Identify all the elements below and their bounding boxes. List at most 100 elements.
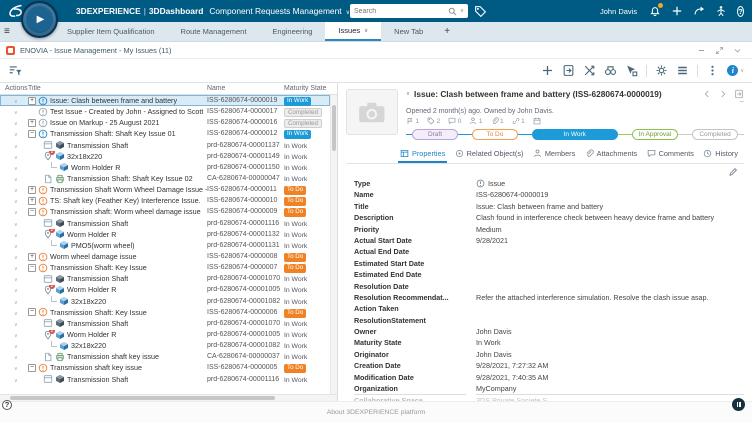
row-actions-menu[interactable]: ∨ bbox=[0, 297, 28, 306]
vertical-scrollbar[interactable] bbox=[330, 95, 337, 394]
list-item[interactable]: ∨ Transmission Shaft prd-6280674-00001137 I… bbox=[0, 140, 330, 151]
collapse-icon[interactable] bbox=[733, 46, 742, 55]
title-chevron-icon[interactable]: ∨ bbox=[406, 91, 410, 97]
row-actions-menu[interactable]: ∨ bbox=[0, 252, 28, 261]
column-actions[interactable]: Actions bbox=[0, 85, 28, 92]
maximize-icon[interactable] bbox=[715, 46, 724, 55]
enovia-help-icon[interactable]: ? bbox=[2, 400, 12, 410]
lifecycle-stage-approval[interactable]: In Approval bbox=[631, 129, 679, 140]
row-actions-menu[interactable]: ∨ bbox=[0, 319, 28, 328]
horizontal-scrollbar[interactable] bbox=[0, 394, 337, 401]
list-item[interactable]: ∨ − Transmission Shaft: Key Issue ISS-62806… bbox=[0, 307, 330, 318]
row-actions-menu[interactable]: ∨ bbox=[0, 308, 28, 317]
row-actions-menu[interactable]: ∨ bbox=[0, 241, 28, 250]
row-actions-menu[interactable]: ∨ bbox=[0, 129, 28, 138]
row-actions-menu[interactable]: ∨ bbox=[0, 375, 28, 384]
tag-icon[interactable] bbox=[474, 5, 488, 18]
tab-supplier-item-qualification[interactable]: Supplier Item Qualification bbox=[54, 22, 168, 41]
gear-icon[interactable] bbox=[655, 64, 668, 77]
list-item[interactable]: ∨ Transmission Shaft prd-6280674-00001070 I… bbox=[0, 318, 330, 329]
about-link[interactable]: About 3DEXPERIENCE platform bbox=[327, 409, 426, 416]
more-icon[interactable] bbox=[706, 64, 719, 77]
dashboard-name[interactable]: Component Requests Management ∨ bbox=[209, 6, 350, 16]
detail-tab-history[interactable]: History bbox=[701, 147, 740, 163]
row-actions-menu[interactable]: ∨ bbox=[0, 219, 28, 228]
add-tab-button[interactable]: + bbox=[436, 22, 458, 41]
expander-plus[interactable]: + bbox=[28, 252, 36, 261]
list-item[interactable]: ∨ PMO5(worm wheel) prd-6280674-00001131 In … bbox=[0, 240, 330, 251]
row-actions-menu[interactable]: ∨ bbox=[0, 207, 28, 216]
global-search[interactable]: ∨ bbox=[349, 4, 468, 18]
help-icon[interactable]: ? bbox=[737, 5, 744, 17]
list-item[interactable]: ∨ + Issue: Clash between frame and battery… bbox=[0, 95, 330, 107]
list-item[interactable]: ∨ + Worm wheel damage issue ISS-6280674-000… bbox=[0, 251, 330, 263]
experience-compass[interactable]: ▶ bbox=[21, 1, 58, 38]
lifecycle-stage-draft[interactable]: Draft bbox=[412, 129, 458, 140]
tab-route-management[interactable]: Route Management bbox=[168, 22, 260, 41]
column-name[interactable]: Name bbox=[207, 85, 284, 92]
detail-tab-attachments[interactable]: Attachments bbox=[583, 147, 640, 163]
expander-plus[interactable]: + bbox=[28, 185, 36, 194]
list-item[interactable]: ∨ 32x18x220 prd-6280674-00001082 In Work bbox=[0, 296, 330, 307]
row-actions-menu[interactable]: ∨ bbox=[0, 330, 28, 339]
search-options-chevron-icon[interactable]: ∨ bbox=[460, 8, 464, 14]
horizontal-scrollbar-thumb[interactable] bbox=[10, 396, 275, 400]
list-item[interactable]: ∨ + Transmission Shaft Worm Wheel Damage I… bbox=[0, 184, 330, 196]
edit-pencil-icon[interactable] bbox=[728, 167, 738, 177]
expander-minus[interactable]: − bbox=[28, 129, 36, 138]
expander-plus[interactable]: + bbox=[28, 96, 36, 105]
search-input[interactable] bbox=[353, 7, 445, 15]
lifecycle-stage-inwork[interactable]: In Work bbox=[531, 129, 618, 140]
list-item[interactable]: ∨ − Transmission shaft key issue ISS-628067… bbox=[0, 362, 330, 374]
find-icon[interactable] bbox=[604, 64, 617, 77]
expander-plus[interactable]: + bbox=[28, 118, 36, 127]
tab-new-tab[interactable]: New Tab bbox=[381, 22, 436, 41]
add-icon[interactable] bbox=[671, 5, 683, 17]
info-control[interactable]: i ∨ bbox=[727, 65, 744, 76]
add-icon[interactable] bbox=[541, 64, 554, 77]
row-actions-menu[interactable]: ∨ bbox=[0, 107, 28, 116]
detail-tab-comments[interactable]: Comments bbox=[645, 147, 696, 163]
compass-play-icon[interactable]: ▶ bbox=[37, 14, 45, 25]
list-item[interactable]: ∨ Test Issue - Created by John - Assigned… bbox=[0, 106, 330, 117]
list-item[interactable]: ∨ 2 Worm Holder R prd-6280674-00001132 In Wo… bbox=[0, 229, 330, 240]
list-item[interactable]: ∨ Transmission Shaft prd-6280674-00001116 I… bbox=[0, 218, 330, 229]
compare-icon[interactable] bbox=[583, 64, 596, 77]
list-item[interactable]: ∨ − Transmission Shaft: Key Issue ISS-62806… bbox=[0, 262, 330, 274]
detail-tab-properties[interactable]: Properties bbox=[398, 147, 448, 163]
assistant-button[interactable] bbox=[732, 398, 745, 411]
list-icon[interactable] bbox=[676, 64, 689, 77]
row-actions-menu[interactable]: ∨ bbox=[0, 263, 28, 272]
info-icon[interactable]: i bbox=[727, 65, 739, 76]
share-icon[interactable] bbox=[693, 5, 705, 17]
list-item[interactable]: ∨ Transmission Shaft prd-6280674-00001116 I… bbox=[0, 374, 330, 385]
row-actions-menu[interactable]: ∨ bbox=[0, 118, 28, 127]
tab-chevron-icon[interactable]: ∨ bbox=[364, 28, 368, 34]
chevron-right-icon[interactable] bbox=[718, 89, 728, 99]
column-title[interactable]: Title bbox=[28, 85, 207, 92]
list-item[interactable]: ∨ + Issue on Markup - 25 August 2021 ISS-62… bbox=[0, 117, 330, 128]
count-member[interactable]: 1 bbox=[469, 117, 483, 125]
count-calendar[interactable] bbox=[533, 117, 543, 125]
list-item[interactable]: ∨ − Transmission shaft: Worm wheel damage … bbox=[0, 206, 330, 218]
lifecycle-stage-todo[interactable]: To Do bbox=[471, 129, 518, 140]
expander-minus[interactable]: − bbox=[28, 363, 36, 372]
expander-minus[interactable]: − bbox=[28, 207, 36, 216]
dashboard-chevron-icon[interactable]: ∨ bbox=[346, 10, 350, 16]
info-chevron-icon[interactable]: ∨ bbox=[740, 68, 744, 74]
minimize-icon[interactable] bbox=[697, 46, 706, 55]
row-actions-menu[interactable]: ∨ bbox=[0, 230, 28, 239]
list-item[interactable]: ∨ + TS: Shaft key (Feather Key) Interferen… bbox=[0, 195, 330, 207]
row-actions-menu[interactable]: ∨ bbox=[0, 285, 28, 294]
count-link[interactable]: 1 bbox=[512, 117, 525, 125]
list-item[interactable]: ∨ Worm Holder R prd-6280674-00001150 In Wor… bbox=[0, 162, 330, 173]
row-actions-menu[interactable]: ∨ bbox=[0, 274, 28, 283]
row-actions-menu[interactable]: ∨ bbox=[0, 174, 28, 183]
row-actions-menu[interactable]: ∨ bbox=[0, 196, 28, 205]
lifecycle-stage-completed[interactable]: Completed bbox=[692, 129, 739, 140]
vertical-scrollbar-thumb[interactable] bbox=[332, 105, 336, 151]
row-actions-menu[interactable]: ∨ bbox=[0, 152, 28, 161]
bell-icon[interactable] bbox=[649, 3, 664, 17]
list-item[interactable]: ∨ Transmission shaft key issue CA-6280674-… bbox=[0, 351, 330, 362]
list-item[interactable]: ∨ Transmission Shaft: Shaft Key Issue 02 C… bbox=[0, 173, 330, 184]
